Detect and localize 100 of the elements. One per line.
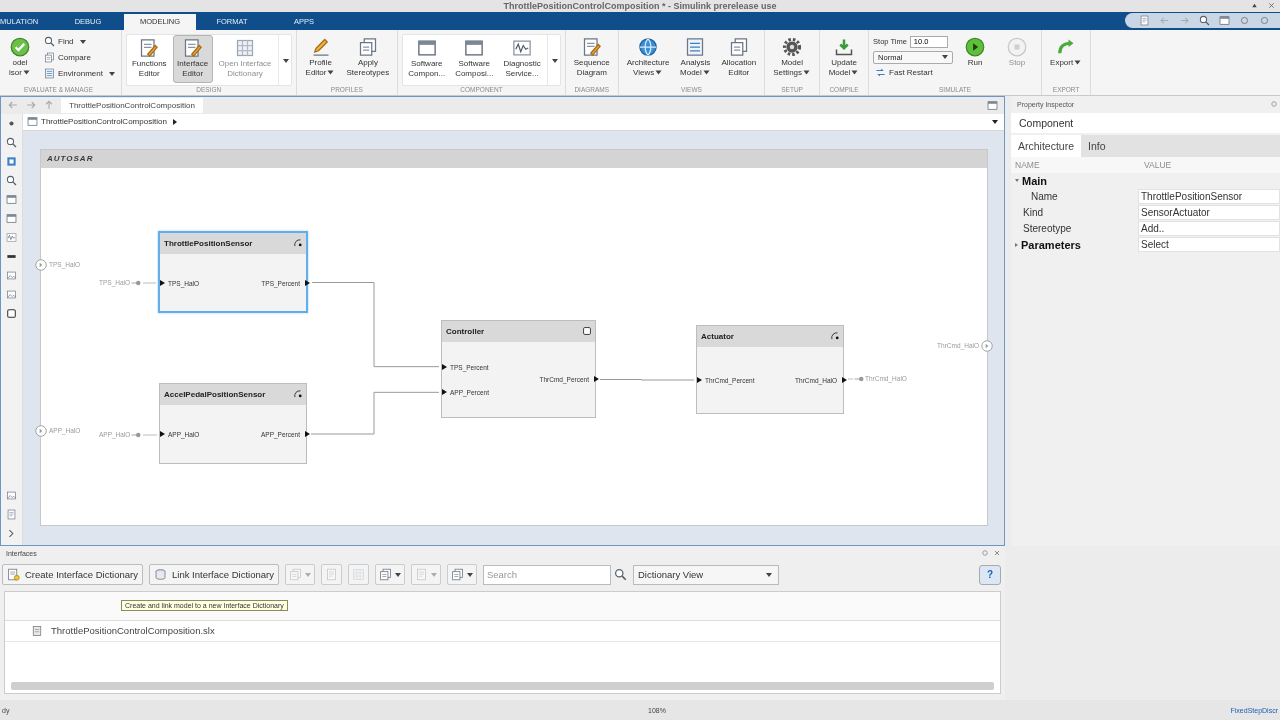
property-value[interactable]: SensorActuator [1138, 205, 1280, 221]
circle-icon[interactable] [981, 549, 989, 558]
breadcrumb-link[interactable]: ThrottlePositionControlComposition [41, 117, 167, 127]
image-icon[interactable] [6, 489, 17, 501]
window-icon[interactable] [987, 99, 998, 111]
property-name: Stereotype [1023, 223, 1072, 235]
ribbon-button[interactable]: Architecture Views [622, 33, 674, 84]
document-pencil-icon [139, 37, 160, 58]
property-value[interactable]: ThrottlePositionSensor [1138, 189, 1280, 205]
ribbon-button[interactable]: Export [1046, 33, 1087, 84]
more-button[interactable] [546, 34, 559, 85]
ribbon-button[interactable]: Environment [42, 66, 117, 81]
ribbon-button[interactable]: Analysis Model [675, 33, 716, 84]
ribbon-button[interactable]: Profile Editor [300, 33, 341, 84]
toolbar-button[interactable]: Create Interface Dictionary [2, 564, 143, 586]
grid-icon [351, 568, 365, 582]
ribbon-button[interactable]: Run [955, 33, 996, 84]
more-button[interactable] [277, 34, 290, 85]
circle-icon[interactable] [1259, 15, 1270, 27]
document-icon[interactable] [1139, 15, 1150, 27]
search-icon[interactable] [613, 568, 627, 582]
ribbon-button[interactable]: Fast Restart [873, 65, 954, 80]
circle-icon[interactable] [1239, 15, 1250, 27]
ribbon-button[interactable]: Allocation Editor [717, 33, 761, 84]
property-name: Name [1031, 191, 1058, 203]
view-dropdown[interactable]: Dictionary View [632, 564, 779, 585]
image-icon[interactable] [6, 288, 17, 300]
window-icon[interactable] [6, 193, 17, 205]
help-button[interactable]: ? [979, 564, 1001, 585]
inport-arrow-icon [160, 430, 165, 437]
close-icon[interactable] [993, 549, 1001, 558]
editor-tab[interactable]: ThrottlePositionControlComposition [61, 97, 203, 113]
ribbon-button[interactable]: Interface Editor [172, 34, 213, 83]
square-icon[interactable] [6, 307, 17, 319]
circle-icon[interactable] [1270, 100, 1278, 109]
caret-icon [701, 69, 711, 75]
square-icon [582, 326, 592, 337]
port-icon[interactable] [980, 338, 994, 353]
image-icon[interactable] [6, 269, 17, 281]
arc-icon [293, 389, 303, 400]
left-arrow-icon[interactable] [1159, 15, 1170, 27]
ribbon-button[interactable]: Apply Stereotypes [342, 33, 394, 84]
ribbon-button[interactable]: Update Model [824, 33, 865, 84]
window-icon[interactable] [1219, 15, 1230, 27]
inport-arrow-icon [160, 280, 165, 287]
ribbon-button[interactable]: Compare [42, 50, 117, 65]
tool-button[interactable] [374, 564, 405, 586]
expander-icon[interactable] [1015, 242, 1018, 247]
ribbon-button[interactable]: odel isor [0, 33, 40, 84]
window-icon [464, 37, 485, 58]
right-arrow-icon[interactable] [1179, 15, 1190, 27]
caret-icon [21, 69, 31, 75]
port-icon[interactable] [34, 257, 48, 272]
fit-icon[interactable] [6, 155, 17, 167]
search-icon[interactable] [6, 136, 17, 148]
chevron-right-icon[interactable] [6, 527, 17, 539]
window-icon[interactable] [6, 212, 17, 224]
ribbon-button[interactable]: Model Settings [769, 33, 816, 84]
ribbon-button[interactable]: Diagnostic Service... [499, 34, 545, 83]
search-icon[interactable] [6, 174, 17, 186]
inspector-tab[interactable]: Architecture [1011, 134, 1082, 157]
toolbar-button[interactable]: Link Interface Dictionary [149, 564, 279, 586]
expander-icon[interactable] [1015, 179, 1019, 183]
gear-icon [782, 36, 803, 57]
waveform-icon[interactable] [6, 231, 17, 243]
caret-icon[interactable] [992, 119, 998, 124]
close-icon[interactable] [1267, 1, 1276, 10]
property-name: Kind [1023, 207, 1043, 219]
ribbon-button[interactable]: Software Composi... [451, 34, 498, 83]
document-icon[interactable] [6, 508, 17, 520]
up-arrow-icon[interactable] [43, 99, 55, 112]
port-icon[interactable] [34, 423, 48, 438]
documents-icon [728, 36, 749, 57]
caret-icon [79, 39, 86, 44]
outport-arrow-icon [305, 280, 310, 287]
ribbon-button[interactable]: Functions Editor [127, 34, 171, 83]
file-name[interactable]: ThrottlePositionControlComposition.slx [51, 625, 215, 637]
up-triangle-icon[interactable] [1250, 1, 1259, 10]
search-icon[interactable] [1199, 15, 1210, 27]
document-icon [324, 568, 338, 582]
tool-button[interactable] [446, 564, 477, 586]
database-icon [154, 568, 167, 582]
component-heading: Component [1011, 112, 1280, 133]
connector-line [847, 378, 854, 380]
ribbon-button[interactable]: Sequence Diagram [569, 33, 614, 84]
ribbon-button[interactable]: Software Compon... [404, 34, 450, 83]
grid-icon [235, 37, 256, 58]
document-pencil-icon [182, 37, 203, 58]
property-value[interactable]: Select [1138, 237, 1280, 253]
caret-icon [654, 69, 664, 75]
model-file-icon [31, 624, 43, 637]
documents-icon [288, 568, 302, 582]
caret-icon [304, 572, 311, 577]
outport-arrow-icon [842, 376, 847, 383]
search-field[interactable]: Search [482, 564, 611, 585]
documents-icon [44, 52, 55, 64]
property-value[interactable]: Add.. [1138, 221, 1280, 237]
caret-icon [765, 572, 772, 577]
scrollbar[interactable] [11, 682, 994, 691]
ribbon-button[interactable]: Find [42, 34, 117, 49]
